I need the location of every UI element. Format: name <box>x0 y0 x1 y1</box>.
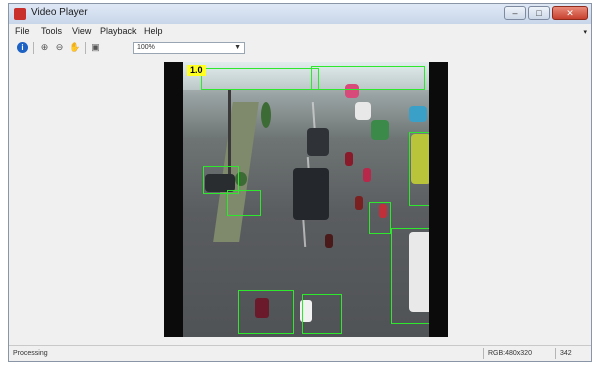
detection-box <box>409 132 429 206</box>
video-viewer-area: 1.0 <box>9 56 591 345</box>
matlab-app-icon <box>14 8 26 20</box>
detection-box <box>302 294 342 334</box>
status-bar: Processing RGB:480x320 342 <box>9 345 591 362</box>
zoom-in-icon[interactable]: ⊕ <box>39 42 50 53</box>
window-controls: – □ ✕ <box>504 6 588 20</box>
car <box>409 106 427 122</box>
detection-box <box>311 66 425 90</box>
menu-playback[interactable]: Playback <box>100 26 137 36</box>
video-player-window: Video Player – □ ✕ File Tools View Playb… <box>8 3 592 362</box>
close-button[interactable]: ✕ <box>552 6 588 20</box>
motorcycle <box>325 234 333 248</box>
menu-help[interactable]: Help <box>144 26 163 36</box>
zoom-out-icon[interactable]: ⊖ <box>54 42 65 53</box>
info-icon[interactable]: i <box>17 42 28 53</box>
detection-box <box>201 68 319 90</box>
video-frame: 1.0 <box>164 62 448 337</box>
menu-collapse-icon[interactable]: ▾ <box>583 28 587 36</box>
title-bar: Video Player – □ ✕ <box>9 4 591 24</box>
video-format: RGB:480x320 <box>483 348 554 359</box>
window-title: Video Player <box>31 7 88 18</box>
motorcycle <box>355 196 363 210</box>
car <box>355 102 371 120</box>
detection-box <box>238 290 294 334</box>
toolbar: i ⊕ ⊖ ✋ ▣ 100% ▼ <box>9 39 591 57</box>
zoom-level-select[interactable]: 100% ▼ <box>133 42 245 54</box>
motorcycle <box>363 168 371 182</box>
motorcycle <box>345 152 353 166</box>
menu-file[interactable]: File <box>15 26 30 36</box>
toolbar-separator <box>33 42 34 54</box>
chevron-down-icon: ▼ <box>234 44 241 51</box>
car <box>371 120 389 140</box>
menu-tools[interactable]: Tools <box>41 26 62 36</box>
car <box>307 128 329 156</box>
toolbar-separator <box>85 42 86 54</box>
tree <box>261 102 271 128</box>
frame-number-label: 1.0 <box>187 65 206 76</box>
fit-to-window-icon[interactable]: ▣ <box>90 42 101 53</box>
menu-bar: File Tools View Playback Help ▾ <box>9 25 591 38</box>
detection-box <box>369 202 391 234</box>
minimize-button[interactable]: – <box>504 6 526 20</box>
detection-box <box>227 190 261 216</box>
status-text: Processing <box>13 350 48 357</box>
pan-hand-icon[interactable]: ✋ <box>69 42 80 53</box>
zoom-level-value: 100% <box>137 44 155 51</box>
menu-view[interactable]: View <box>72 26 91 36</box>
traffic-scene-image: 1.0 <box>183 62 429 337</box>
frame-count: 342 <box>555 348 590 359</box>
detection-box <box>391 228 429 324</box>
maximize-button[interactable]: □ <box>528 6 550 20</box>
car <box>293 168 329 220</box>
